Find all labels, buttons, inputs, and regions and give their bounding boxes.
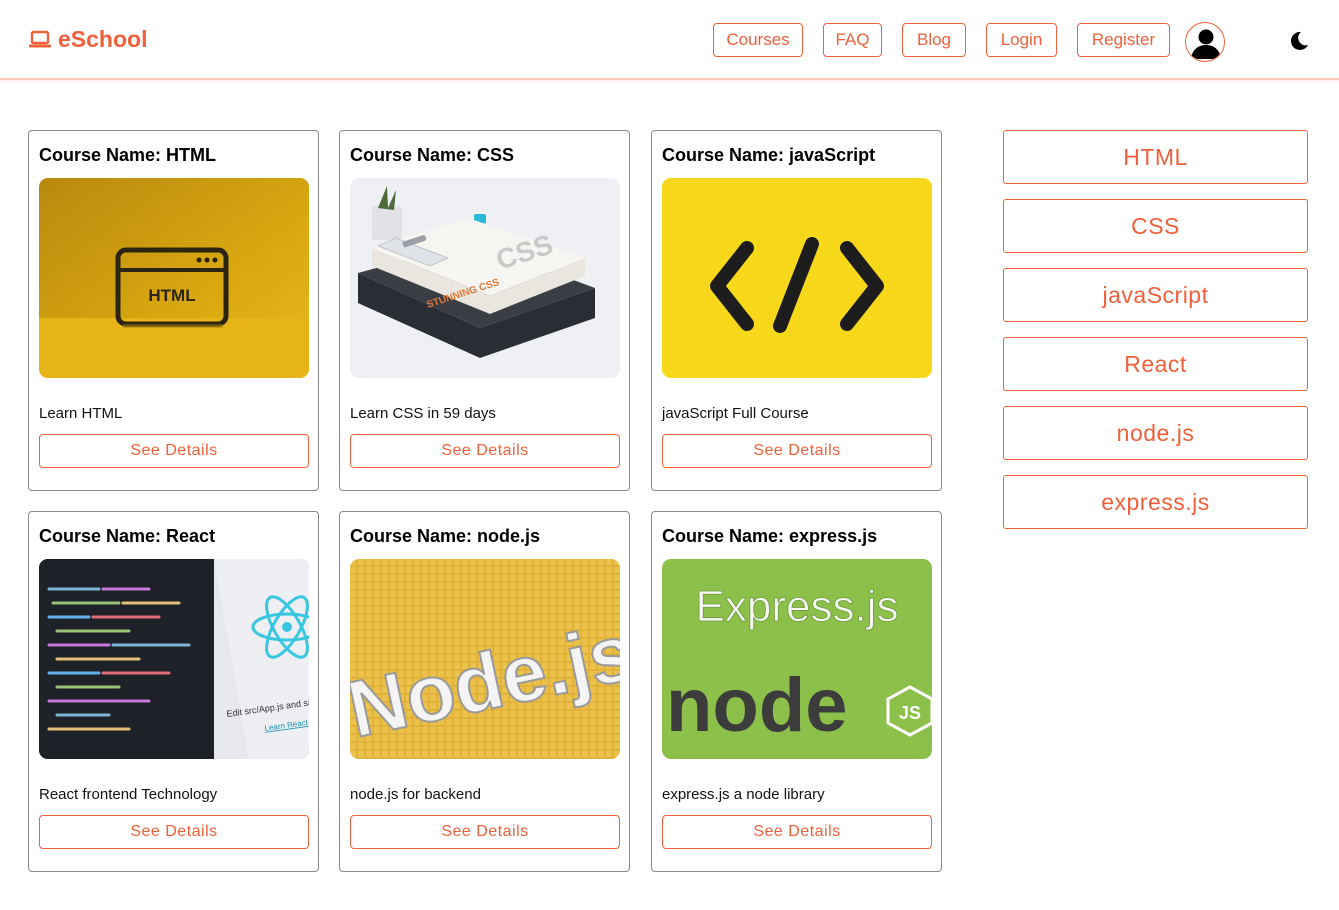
- sidebar-html-button[interactable]: HTML: [1003, 130, 1308, 184]
- see-details-button[interactable]: See Details: [39, 815, 309, 849]
- svg-text:node: node: [666, 663, 848, 748]
- nav-blog-button[interactable]: Blog: [902, 23, 966, 57]
- dark-mode-moon-icon[interactable]: [1288, 30, 1310, 52]
- course-card-react: Course Name: React Edit src/App.js and s…: [28, 511, 319, 872]
- sidebar-javascript-button[interactable]: javaScript: [1003, 268, 1308, 322]
- course-title: Course Name: express.js: [662, 526, 878, 546]
- course-description: node.js for backend: [350, 786, 481, 803]
- svg-text:HTML: HTML: [148, 286, 195, 305]
- svg-text:JS: JS: [899, 703, 921, 723]
- course-card-html: Course Name: HTML HTML Learn HTML See De…: [28, 130, 319, 491]
- top-navbar: eSchool Courses FAQ Blog Login Register: [0, 0, 1339, 80]
- course-image-nodejs: Node.js: [350, 559, 620, 759]
- nodejs-blocks-image: Node.js: [350, 559, 620, 759]
- course-description: Learn CSS in 59 days: [350, 405, 496, 422]
- sidebar-react-button[interactable]: React: [1003, 337, 1308, 391]
- user-icon: [1191, 29, 1221, 59]
- course-image-javascript: [662, 178, 932, 378]
- brand-name: eSchool: [58, 26, 148, 52]
- laptop-icon: [29, 30, 51, 47]
- course-description: express.js a node library: [662, 786, 825, 803]
- see-details-button[interactable]: See Details: [662, 815, 932, 849]
- code-brackets-image: [662, 178, 932, 378]
- sidebar-css-button[interactable]: CSS: [1003, 199, 1308, 253]
- see-details-button[interactable]: See Details: [39, 434, 309, 468]
- react-editor-image: Edit src/App.js and save Learn React: [39, 559, 309, 759]
- sidebar-expressjs-button[interactable]: express.js: [1003, 475, 1308, 529]
- nav-faq-button[interactable]: FAQ: [823, 23, 882, 57]
- course-image-html: HTML: [39, 178, 309, 378]
- sidebar-nodejs-button[interactable]: node.js: [1003, 406, 1308, 460]
- css-books-image: CSS STUNNING CSS: [350, 178, 620, 378]
- course-card-nodejs: Course Name: node.js Node.js node.js for…: [339, 511, 630, 872]
- course-title: Course Name: node.js: [350, 526, 541, 546]
- nav-register-button[interactable]: Register: [1077, 23, 1170, 57]
- course-description: javaScript Full Course: [662, 405, 809, 422]
- express-node-image: Express.js node JS: [662, 559, 932, 759]
- course-image-expressjs: Express.js node JS: [662, 559, 932, 759]
- course-title: Course Name: HTML: [39, 145, 217, 165]
- user-avatar[interactable]: [1185, 22, 1225, 62]
- course-card-javascript: Course Name: javaScript javaScript Full …: [651, 130, 942, 491]
- nav-courses-button[interactable]: Courses: [713, 23, 803, 57]
- svg-text:Express.js: Express.js: [696, 582, 899, 631]
- see-details-button[interactable]: See Details: [350, 434, 620, 468]
- course-image-css: CSS STUNNING CSS: [350, 178, 620, 378]
- course-title: Course Name: CSS: [350, 145, 515, 165]
- brand-logo[interactable]: eSchool: [28, 26, 147, 53]
- course-description: Learn HTML: [39, 405, 123, 422]
- course-image-react: Edit src/App.js and save Learn React: [39, 559, 309, 759]
- course-title: Course Name: React: [39, 526, 216, 546]
- see-details-button[interactable]: See Details: [350, 815, 620, 849]
- course-card-expressjs: Course Name: express.js Express.js node …: [651, 511, 942, 872]
- course-card-css: Course Name: CSS CSS STUNNING CSS Learn …: [339, 130, 630, 491]
- course-description: React frontend Technology: [39, 786, 218, 803]
- see-details-button[interactable]: See Details: [662, 434, 932, 468]
- nav-login-button[interactable]: Login: [986, 23, 1057, 57]
- html-image: HTML: [39, 178, 309, 378]
- course-title: Course Name: javaScript: [662, 145, 876, 165]
